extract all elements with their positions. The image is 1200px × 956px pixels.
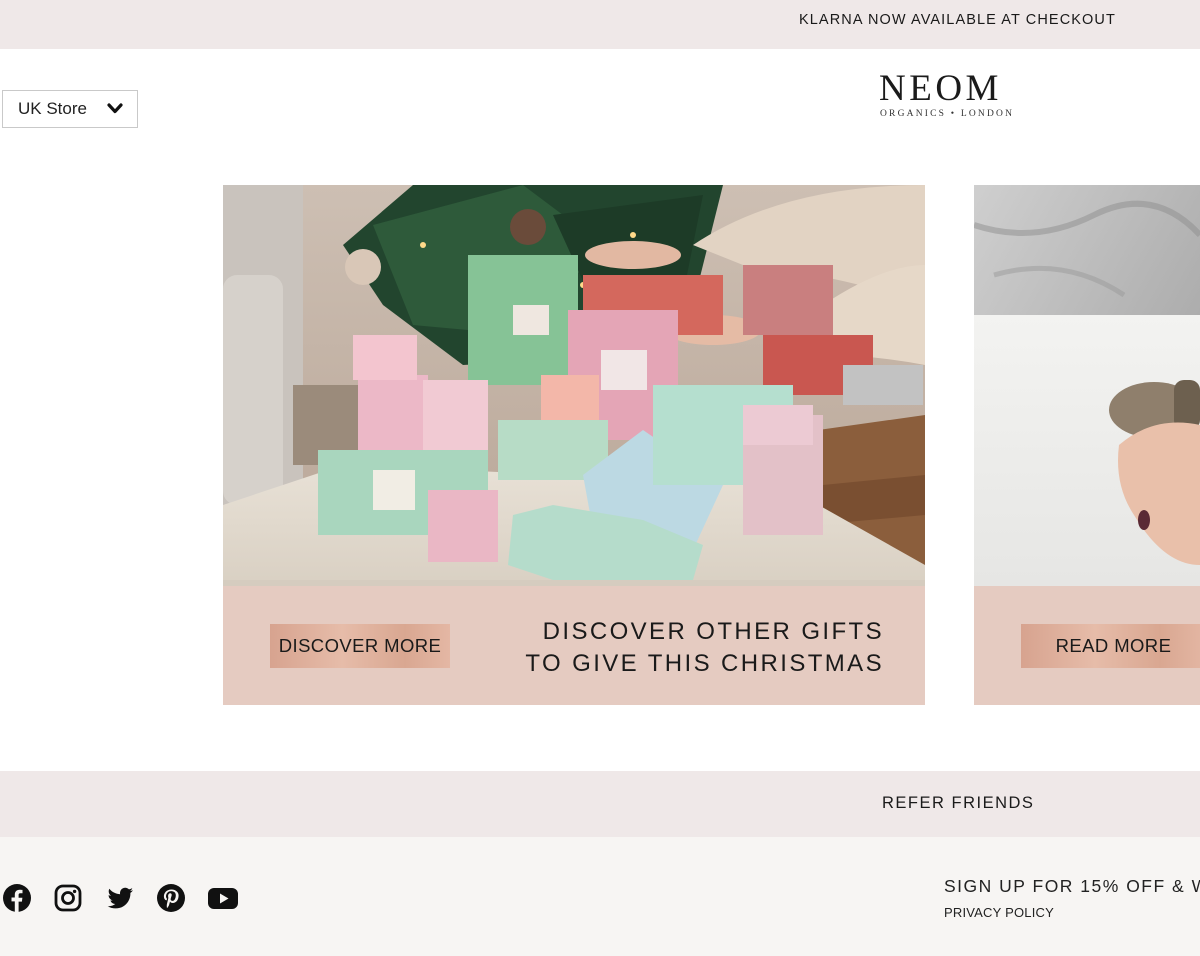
logo-tagline: ORGANICS • LONDON xyxy=(880,109,1015,119)
discover-more-button[interactable]: DISCOVER MORE xyxy=(270,624,450,668)
announcement-bar: KLARNA NOW AVAILABLE AT CHECKOUT xyxy=(0,0,1200,49)
refer-friends-link[interactable]: REFER FRIENDS xyxy=(882,794,1034,813)
logo-wordmark: NEOM xyxy=(879,68,1002,109)
read-more-panel: READ MORE xyxy=(974,586,1200,705)
refer-friends-bar: REFER FRIENDS xyxy=(0,771,1200,837)
read-more-button[interactable]: READ MORE xyxy=(1021,624,1200,668)
announcement-text: KLARNA NOW AVAILABLE AT CHECKOUT xyxy=(799,12,1116,28)
instagram-icon[interactable] xyxy=(53,883,83,913)
footer: SIGN UP FOR 15% OFF & WE PRIVACY POLICY xyxy=(0,837,1200,956)
gift-headline-line-2: TO GIVE THIS CHRISTMAS xyxy=(525,650,884,677)
store-selector[interactable]: UK Store xyxy=(2,90,138,128)
gift-promo-panel: DISCOVER MORE DISCOVER OTHER GIFTS TO GI… xyxy=(223,586,925,705)
christmas-gifts-photo xyxy=(223,185,925,586)
store-selector-label: UK Store xyxy=(18,99,87,118)
youtube-icon[interactable] xyxy=(207,883,239,913)
privacy-policy-link[interactable]: PRIVACY POLICY xyxy=(944,905,1054,920)
twitter-icon[interactable] xyxy=(105,883,135,913)
newsletter-signup-heading: SIGN UP FOR 15% OFF & WE xyxy=(944,876,1200,896)
neom-logo[interactable]: NEOM ORGANICS • LONDON xyxy=(879,70,1024,122)
pinterest-icon[interactable] xyxy=(156,883,186,913)
read-more-card: READ MORE xyxy=(974,185,1200,705)
gift-headline-line-1: DISCOVER OTHER GIFTS xyxy=(542,618,884,645)
gift-headline: DISCOVER OTHER GIFTS TO GIVE THIS CHRIST… xyxy=(525,616,884,680)
hand-product-photo xyxy=(974,185,1200,586)
gift-promo-card: DISCOVER MORE DISCOVER OTHER GIFTS TO GI… xyxy=(223,185,925,705)
facebook-icon[interactable] xyxy=(2,883,32,913)
chevron-down-icon xyxy=(107,103,123,114)
